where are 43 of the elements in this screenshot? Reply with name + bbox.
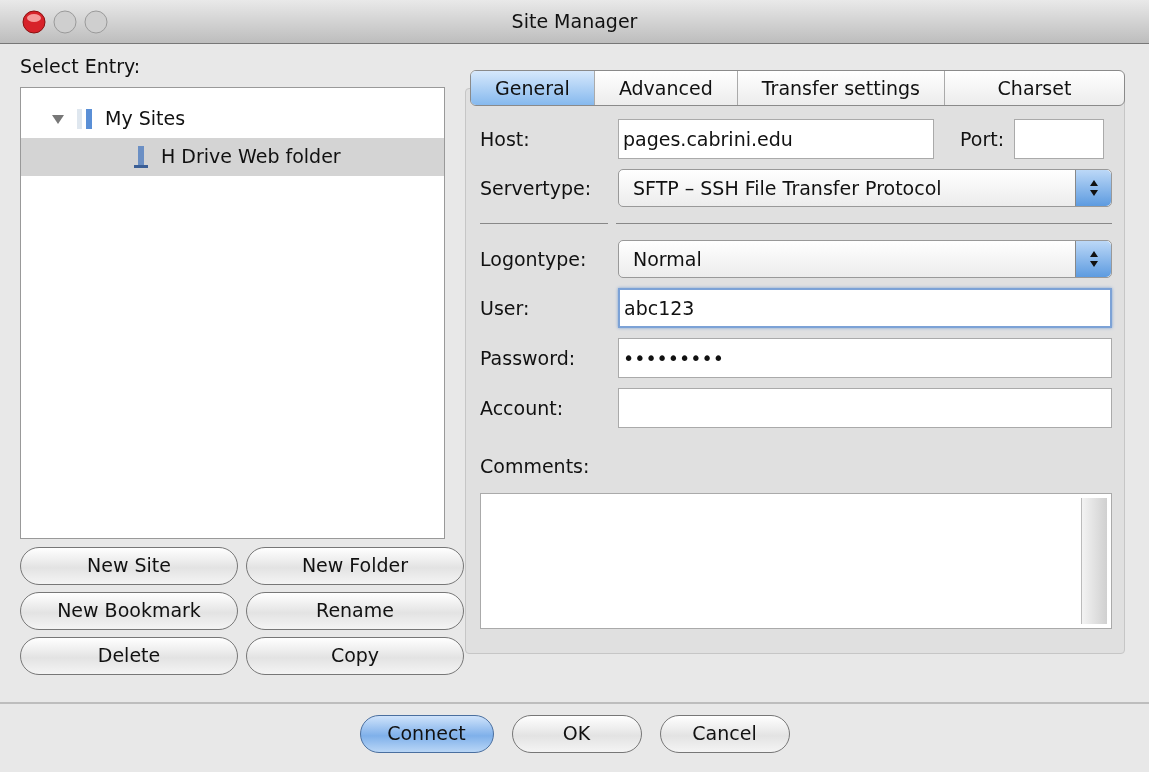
field-label: Logontype: bbox=[480, 246, 588, 272]
select-value: SFTP – SSH File Transfer Protocol bbox=[633, 175, 942, 201]
logontype-select[interactable]: Normal bbox=[618, 240, 1112, 278]
minimize-window-icon[interactable] bbox=[53, 10, 77, 34]
site-action-button[interactable]: Delete bbox=[20, 636, 238, 675]
select-value: Normal bbox=[633, 246, 702, 272]
password-field[interactable]: ••••••••• bbox=[618, 338, 1112, 378]
tree-item-label: H Drive Web folder bbox=[161, 144, 341, 170]
user-field[interactable]: abc123 bbox=[618, 288, 1112, 328]
field-label: Comments: bbox=[480, 454, 591, 479]
site-action-button[interactable]: New Bookmark bbox=[20, 591, 238, 630]
host-field[interactable]: pages.cabrini.edu bbox=[618, 119, 934, 159]
field-label: Account: bbox=[480, 395, 565, 421]
select-entry-label: Select Entry: bbox=[20, 54, 142, 79]
site-action-button[interactable]: Copy bbox=[246, 636, 464, 675]
dialog-button[interactable]: Connect bbox=[359, 714, 494, 753]
port-field[interactable] bbox=[1014, 119, 1105, 159]
field-label: Host: bbox=[480, 126, 531, 152]
site-action-button[interactable]: New Site bbox=[20, 546, 238, 585]
tree-item-label: My Sites bbox=[105, 106, 186, 132]
zoom-window-icon[interactable] bbox=[84, 10, 108, 34]
stepper-arrows-icon bbox=[1087, 178, 1100, 198]
field-label: User: bbox=[480, 295, 531, 321]
tree-item[interactable]: H Drive Web folder bbox=[21, 137, 444, 176]
stepper-arrows-icon bbox=[1087, 249, 1100, 269]
comments-field[interactable] bbox=[480, 492, 1112, 629]
field-label: Servertype: bbox=[480, 175, 593, 201]
site-icon bbox=[131, 143, 151, 170]
dialog-button[interactable]: OK bbox=[511, 714, 642, 753]
tab[interactable]: Advanced bbox=[594, 71, 738, 105]
field-label: Port: bbox=[960, 126, 1005, 152]
window-title: Site Manager bbox=[511, 9, 638, 35]
dialog-button[interactable]: Cancel bbox=[659, 714, 790, 753]
tab[interactable]: General bbox=[471, 71, 595, 105]
tree-item[interactable]: My Sites bbox=[21, 99, 444, 138]
account-field[interactable] bbox=[618, 388, 1112, 428]
tab[interactable]: Transfer settings bbox=[737, 71, 945, 105]
close-window-icon[interactable] bbox=[22, 10, 46, 34]
servertype-select[interactable]: SFTP – SSH File Transfer Protocol bbox=[618, 169, 1112, 207]
tab[interactable]: Charset bbox=[944, 71, 1124, 105]
site-action-button[interactable]: Rename bbox=[246, 591, 464, 630]
site-action-button[interactable]: New Folder bbox=[246, 546, 464, 585]
field-label: Password: bbox=[480, 345, 577, 371]
